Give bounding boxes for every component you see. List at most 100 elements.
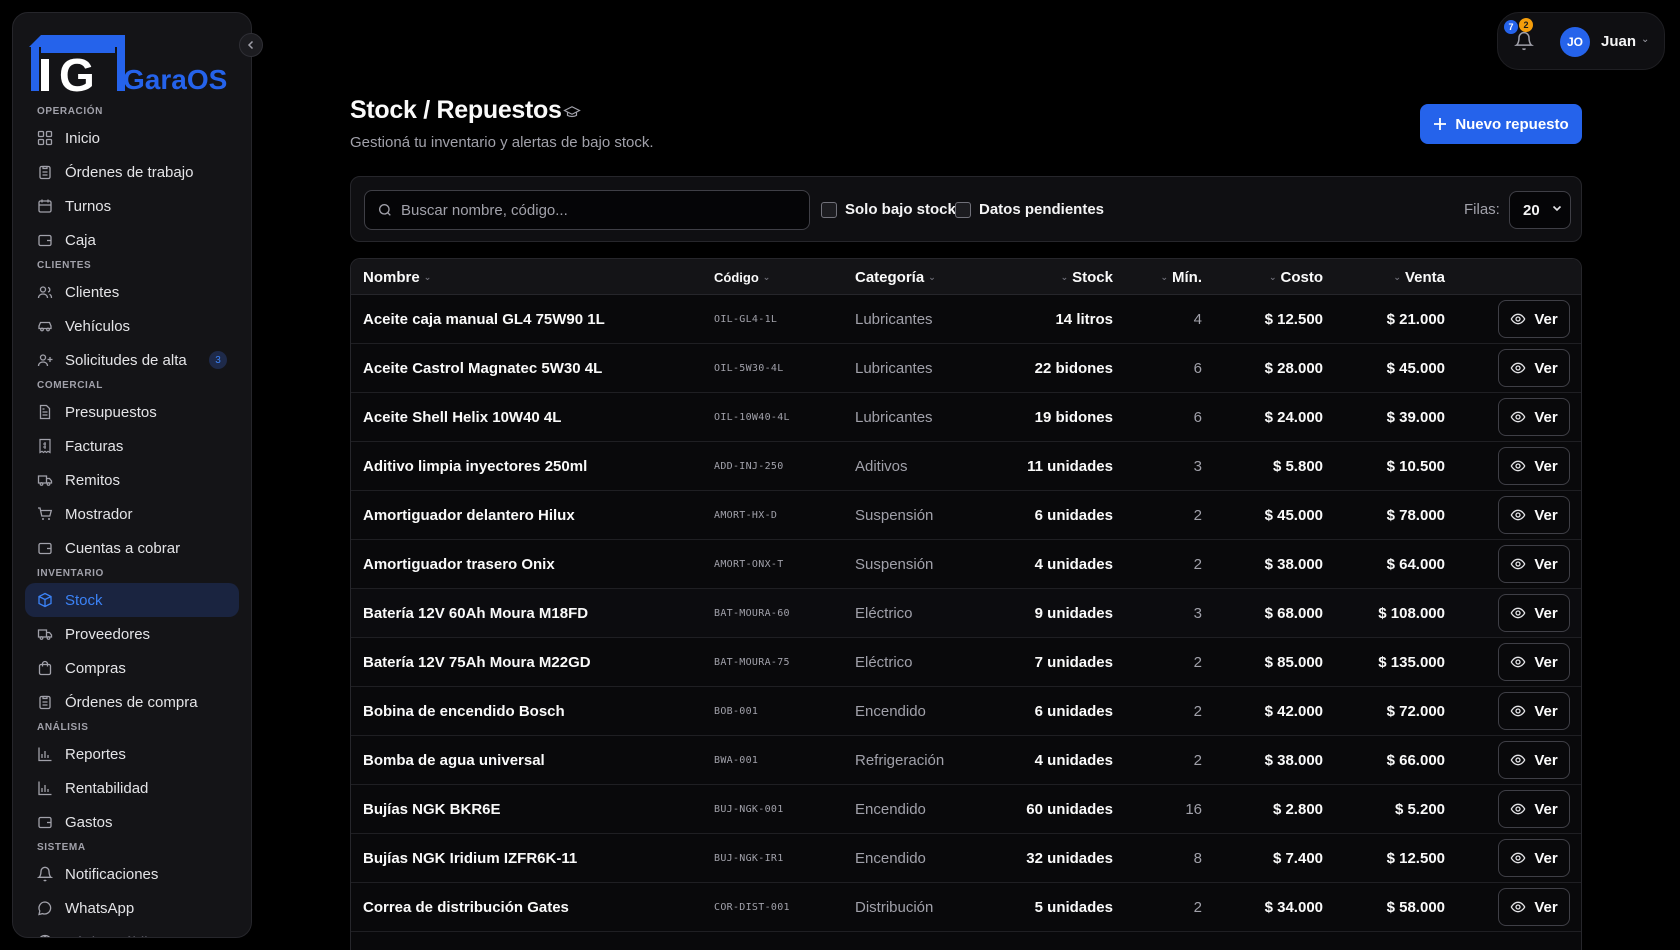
eye-icon <box>1510 654 1526 670</box>
sidebar-item-notificaciones[interactable]: Notificaciones <box>25 857 239 891</box>
table-row[interactable]: Correa de distribución Gates COR-DIST-001… <box>351 883 1581 932</box>
sidebar-item-compras[interactable]: Compras <box>25 651 239 685</box>
table-row[interactable]: Batería 12V 60Ah Moura M18FD BAT-MOURA-60… <box>351 589 1581 638</box>
column-header-cost[interactable]: ⌄ Costo <box>1269 269 1323 286</box>
view-button[interactable]: Ver <box>1498 839 1570 877</box>
column-header-sale[interactable]: ⌄ Venta <box>1393 269 1445 286</box>
table-row[interactable]: Amortiguador trasero Onix AMORT-ONX-T Susp… <box>351 540 1581 589</box>
sidebar-item-solicitudes-de-alta[interactable]: Solicitudes de alta 3 <box>25 343 239 377</box>
sidebar-item-remitos[interactable]: Remitos <box>25 463 239 497</box>
column-header-name[interactable]: Nombre ⌄ <box>363 269 431 286</box>
view-button[interactable]: Ver <box>1498 398 1570 436</box>
collapse-sidebar-button[interactable] <box>239 33 263 57</box>
cell-stock: 60 unidades <box>1026 801 1113 818</box>
cell-stock: 9 unidades <box>1034 605 1113 622</box>
globe-icon <box>37 934 53 937</box>
sidebar-item-caja[interactable]: Caja <box>25 223 239 257</box>
view-button[interactable]: Ver <box>1498 300 1570 338</box>
sidebar-item-cuentas-a-cobrar[interactable]: Cuentas a cobrar <box>25 531 239 565</box>
table-row[interactable]: Bujías NGK Iridium IZFR6K-11 BUJ-NGK-IR1 E… <box>351 834 1581 883</box>
cell-name: Aceite caja manual GL4 75W90 1L <box>363 311 605 328</box>
view-button[interactable]: Ver <box>1498 741 1570 779</box>
new-part-button[interactable]: Nuevo repuesto <box>1420 104 1582 144</box>
sidebar-item-turnos[interactable]: Turnos <box>25 189 239 223</box>
cell-stock: 4 unidades <box>1034 556 1113 573</box>
sidebar-item-presupuestos[interactable]: Presupuestos <box>25 395 239 429</box>
sidebar: G GaraOS OPERACIÓN Inicio Órdenes de traba… <box>12 12 252 938</box>
column-header-min[interactable]: ⌄ Mín. <box>1160 269 1202 286</box>
cell-category: Lubricantes <box>855 311 933 328</box>
table-row[interactable]: Batería 12V 75Ah Moura M22GD BAT-MOURA-75… <box>351 638 1581 687</box>
eye-icon <box>1510 458 1526 474</box>
sidebar-item-pagina-publica[interactable]: Página pública <box>25 925 239 937</box>
sidebar-nav: OPERACIÓN Inicio Órdenes de trabajo Turnos C… <box>13 103 251 937</box>
user-menu[interactable]: Juan <box>1601 33 1636 50</box>
cell-cost: $ 38.000 <box>1264 752 1323 769</box>
view-button[interactable]: Ver <box>1498 692 1570 730</box>
view-button[interactable]: Ver <box>1498 790 1570 828</box>
calendar-icon <box>37 198 53 214</box>
sidebar-item-mostrador[interactable]: Mostrador <box>25 497 239 531</box>
column-header-stock[interactable]: ⌄ Stock <box>1061 269 1113 286</box>
cell-category: Aditivos <box>855 458 908 475</box>
cell-sale: $ 12.500 <box>1386 850 1445 867</box>
view-button[interactable]: Ver <box>1498 643 1570 681</box>
sidebar-item-vehiculos[interactable]: Vehículos <box>25 309 239 343</box>
sidebar-item-label: Rentabilidad <box>65 779 149 797</box>
pending-data-checkbox[interactable] <box>955 201 971 218</box>
rows-per-page-select[interactable]: 20 <box>1509 191 1571 229</box>
table-row[interactable]: Amortiguador delantero Hilux AMORT-HX-D Su… <box>351 491 1581 540</box>
view-button-label: Ver <box>1534 408 1558 426</box>
sidebar-item-gastos[interactable]: Gastos <box>25 805 239 839</box>
table-row[interactable]: Aditivo limpia inyectores 250ml ADD-INJ-2… <box>351 442 1581 491</box>
sidebar-item-whatsapp[interactable]: WhatsApp <box>25 891 239 925</box>
graduation-cap-icon[interactable] <box>563 104 581 120</box>
eye-icon <box>1510 752 1526 768</box>
sidebar-item-stock[interactable]: Stock <box>25 583 239 617</box>
search-box[interactable] <box>364 190 810 230</box>
table-row[interactable]: Bomba de agua universal BWA-001 Refrigerac… <box>351 736 1581 785</box>
sort-icon: ⌄ <box>1393 272 1401 282</box>
sidebar-item-label: Notificaciones <box>65 865 159 883</box>
sidebar-item-ordenes-de-trabajo[interactable]: Órdenes de trabajo <box>25 155 239 189</box>
column-header-code[interactable]: Código ⌄ <box>714 270 770 285</box>
app-logo[interactable]: G GaraOS <box>27 25 251 101</box>
table-row[interactable]: Aceite caja manual GL4 75W90 1L OIL-GL4-1… <box>351 295 1581 344</box>
sidebar-item-proveedores[interactable]: Proveedores <box>25 617 239 651</box>
sidebar-item-inicio[interactable]: Inicio <box>25 121 239 155</box>
cell-name: Correa de distribución Gates <box>363 899 569 916</box>
table-row[interactable]: Bujías NGK BKR6E BUJ-NGK-001 Encendido 60 u… <box>351 785 1581 834</box>
view-button[interactable]: Ver <box>1498 496 1570 534</box>
column-header-category[interactable]: Categoría ⌄ <box>855 269 936 286</box>
sidebar-item-reportes[interactable]: Reportes <box>25 737 239 771</box>
sidebar-item-rentabilidad[interactable]: Rentabilidad <box>25 771 239 805</box>
table-row[interactable]: Aceite Castrol Magnatec 5W30 4L OIL-5W30-… <box>351 344 1581 393</box>
sidebar-item-ordenes-de-compra[interactable]: Órdenes de compra <box>25 685 239 719</box>
cell-code: OIL-10W40-4L <box>714 412 790 423</box>
notifications-button[interactable] <box>1514 31 1534 51</box>
low-stock-checkbox[interactable] <box>821 201 837 218</box>
sort-icon: ⌄ <box>928 272 936 282</box>
search-input[interactable] <box>401 201 801 219</box>
view-button[interactable]: Ver <box>1498 447 1570 485</box>
sidebar-item-label: Solicitudes de alta <box>65 351 187 369</box>
wallet-icon <box>37 814 53 830</box>
view-button[interactable]: Ver <box>1498 545 1570 583</box>
rows-label: Filas: <box>1464 201 1500 218</box>
view-button[interactable]: Ver <box>1498 888 1570 926</box>
sidebar-item-label: Mostrador <box>65 505 133 523</box>
sidebar-item-clientes[interactable]: Clientes <box>25 275 239 309</box>
table-row[interactable]: Aceite Shell Helix 10W40 4L OIL-10W40-4L L… <box>351 393 1581 442</box>
users-icon <box>37 284 53 300</box>
pending-data-filter[interactable]: Datos pendientes <box>955 201 1104 218</box>
view-button[interactable]: Ver <box>1498 594 1570 632</box>
table-row[interactable]: Bobina de encendido Bosch BOB-001 Encendid… <box>351 687 1581 736</box>
view-button[interactable]: Ver <box>1498 349 1570 387</box>
avatar[interactable]: JO <box>1560 27 1590 57</box>
low-stock-filter[interactable]: Solo bajo stock <box>821 201 956 218</box>
cell-category: Lubricantes <box>855 409 933 426</box>
cell-min: 6 <box>1193 360 1202 377</box>
sidebar-item-label: WhatsApp <box>65 899 135 917</box>
cell-code: BWA-001 <box>714 755 759 766</box>
sidebar-item-facturas[interactable]: Facturas <box>25 429 239 463</box>
